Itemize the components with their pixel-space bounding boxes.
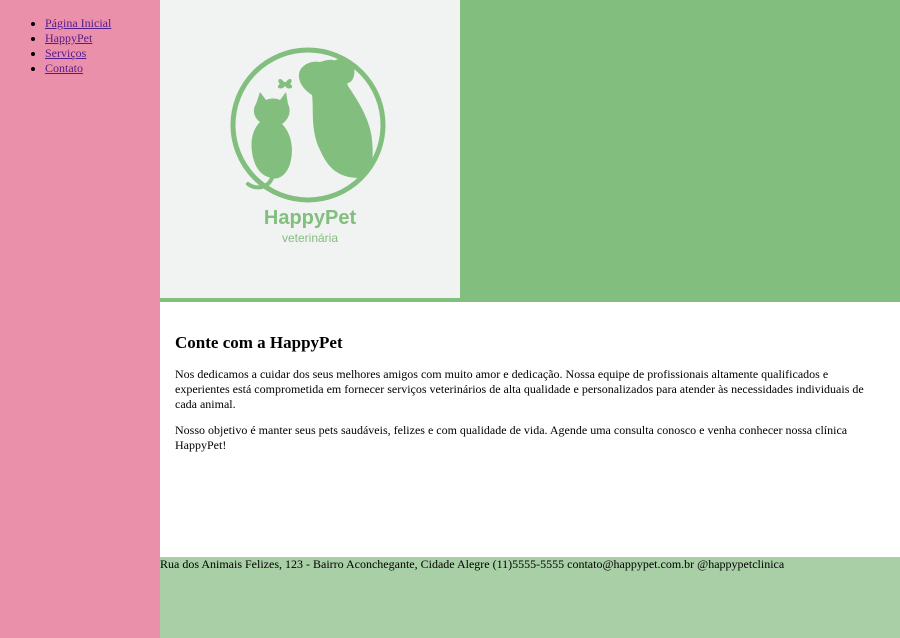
footer-email: contato@happypet.com.br [567, 557, 695, 571]
nav-link-home[interactable]: Página Inicial [45, 16, 111, 30]
nav-item-contact: Contato [45, 61, 160, 76]
nav-menu: Página Inicial HappyPet Serviços Contato [0, 16, 160, 76]
page-title: Conte com a HappyPet [175, 333, 343, 352]
hero-banner: HappyPet veterinária [160, 0, 900, 302]
content-body: Conte com a HappyPet Nos dedicamos a cui… [160, 331, 900, 453]
nav-link-happypet[interactable]: HappyPet [45, 31, 92, 45]
cat-and-dog-icon [230, 47, 386, 203]
logo-panel: HappyPet veterinária [160, 0, 460, 298]
logo-tagline-text: veterinária [282, 231, 338, 245]
nav-item-home: Página Inicial [45, 16, 160, 31]
happypet-logo: HappyPet veterinária [230, 47, 386, 245]
footer: Rua dos Animais Felizes, 123 - Bairro Ac… [160, 557, 900, 638]
sidebar: Página Inicial HappyPet Serviços Contato [0, 0, 160, 638]
nav-item-happypet: HappyPet [45, 31, 160, 46]
logo-brand-text: HappyPet [264, 207, 357, 229]
footer-address: Rua dos Animais Felizes, 123 - Bairro Ac… [160, 557, 490, 571]
footer-phone: (11)5555-5555 [492, 557, 565, 571]
footer-social: @happypetclinica [697, 557, 785, 571]
nav-link-contact[interactable]: Contato [45, 61, 83, 75]
nav-item-services: Serviços [45, 46, 160, 61]
main-content: Conte com a HappyPet Nos dedicamos a cui… [160, 302, 900, 557]
intro-paragraph: Nos dedicamos a cuidar dos seus melhores… [175, 367, 864, 411]
nav-link-services[interactable]: Serviços [45, 46, 86, 60]
mission-paragraph: Nosso objetivo é manter seus pets saudáv… [175, 423, 848, 452]
